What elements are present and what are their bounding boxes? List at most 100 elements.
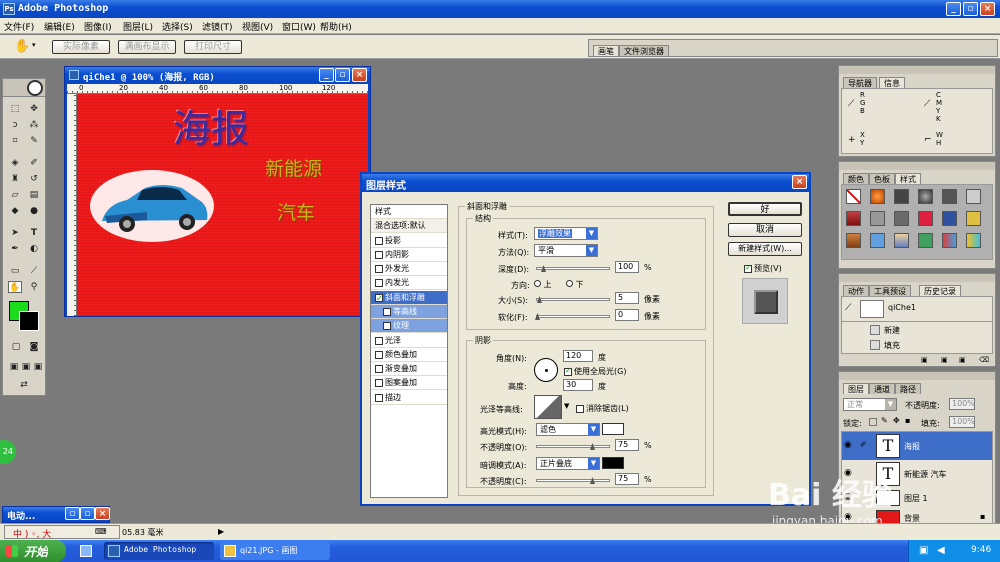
menu-item-help[interactable]: 帮助(H) — [320, 20, 352, 33]
shadow-opacity-knob[interactable] — [590, 477, 595, 484]
menu-item-layer[interactable]: 图层(L) — [123, 20, 153, 33]
style-swatch[interactable] — [966, 233, 981, 248]
new-document-icon[interactable]: ▣ — [921, 356, 928, 364]
style-swatch[interactable] — [894, 189, 909, 204]
history-brush-icon[interactable]: ↺ — [27, 173, 41, 185]
style-swatch[interactable] — [918, 211, 933, 226]
tab-layers[interactable]: 图层 — [843, 383, 869, 394]
lock-image-icon[interactable]: ✎ — [881, 416, 888, 425]
menu-item-image[interactable]: 图像(I) — [84, 20, 112, 33]
pen-tool-icon[interactable]: ✒ — [8, 243, 22, 255]
layer-row[interactable]: ◉ ✐ T 海报 — [842, 432, 992, 460]
lasso-tool-icon[interactable]: ↄ — [8, 119, 22, 131]
style-swatch[interactable] — [966, 189, 981, 204]
imageready-jump-icon[interactable]: ⇄ — [17, 379, 31, 391]
lock-transparency-icon[interactable] — [869, 418, 877, 426]
dodge-tool-icon[interactable]: ● — [27, 205, 41, 217]
tab-color[interactable]: 颜色 — [843, 173, 869, 184]
menu-item-edit[interactable]: 编辑(E) — [44, 20, 75, 33]
tab-paths[interactable]: 路径 — [895, 383, 921, 394]
hand-tool-box-icon[interactable]: ✋ — [8, 281, 22, 293]
style-swatch[interactable] — [870, 189, 885, 204]
lock-position-icon[interactable]: ✥ — [893, 416, 900, 425]
taskbar-task-photoshop[interactable]: Adobe Photoshop — [104, 542, 214, 560]
cancel-button[interactable]: 取消 — [728, 223, 802, 237]
method-select[interactable]: 平滑 ▼ — [534, 244, 598, 257]
type-tool-icon[interactable]: T — [27, 227, 41, 239]
checkbox[interactable] — [375, 393, 383, 402]
style-swatch[interactable] — [846, 211, 861, 226]
checkbox[interactable] — [375, 278, 383, 287]
hand-tool-icon[interactable]: ✋ — [14, 39, 30, 54]
healing-tool-icon[interactable]: ◈ — [8, 157, 22, 169]
style-item-inner-glow[interactable]: 内发光 — [371, 276, 447, 290]
snapshot-thumbnail[interactable] — [860, 300, 884, 318]
soften-slider[interactable] — [535, 313, 610, 320]
chevron-down-icon[interactable]: ▾ — [32, 41, 36, 49]
checkbox[interactable] — [375, 236, 383, 245]
checkbox[interactable] — [383, 307, 391, 316]
checkbox[interactable] — [375, 336, 383, 345]
size-slider-knob[interactable] — [537, 296, 542, 303]
trash-icon[interactable]: ⌫ — [979, 356, 989, 364]
new-snapshot-icon[interactable]: ▣ — [941, 356, 948, 364]
print-size-button[interactable]: 打印尺寸 — [184, 40, 242, 54]
tab-history[interactable]: 历史记录 — [919, 285, 961, 296]
style-swatch[interactable] — [870, 211, 885, 226]
anti-alias-checkbox[interactable]: 消除锯齿(L) — [576, 403, 629, 414]
mini-restore-button[interactable]: ▫ — [65, 507, 80, 520]
quick-mask-on-icon[interactable]: ◙ — [27, 341, 41, 353]
actual-pixels-button[interactable]: 实际像素 — [52, 40, 110, 54]
style-item-gradient-overlay[interactable]: 渐变叠加 — [371, 362, 447, 376]
checkbox[interactable] — [375, 264, 383, 273]
shape-tool-icon[interactable]: ◐ — [27, 243, 41, 255]
new-style-button[interactable]: 新建样式(W)... — [728, 242, 802, 256]
checkbox[interactable] — [744, 263, 752, 273]
style-item-bevel-emboss[interactable]: 斜面和浮雕 — [371, 291, 447, 306]
keyboard-icon[interactable]: ⌨ — [95, 527, 107, 536]
quick-mask-off-icon[interactable]: ▢ — [9, 341, 23, 353]
chevron-down-icon[interactable]: ▼ — [564, 402, 569, 410]
quick-launch-icon[interactable] — [80, 545, 92, 557]
style-list-header[interactable]: 样式 — [371, 205, 447, 219]
eraser-tool-icon[interactable]: ▱ — [8, 189, 22, 201]
shadow-color-swatch[interactable] — [602, 457, 624, 469]
checkbox[interactable] — [576, 404, 584, 413]
tab-info[interactable]: 信息 — [879, 77, 905, 88]
network-icon[interactable]: ▣ — [919, 545, 928, 556]
marquee-tool-icon[interactable]: ⬚ — [8, 103, 22, 115]
move-tool-icon[interactable]: ✥ — [27, 103, 41, 115]
lock-all-icon[interactable]: ▪ — [905, 416, 910, 425]
history-item[interactable]: 填充 — [884, 340, 900, 351]
highlight-opacity-slider[interactable] — [536, 443, 610, 450]
taskbar-task-paint[interactable]: qi21.JPG - 画图 — [220, 542, 330, 560]
history-item[interactable]: 新建 — [884, 325, 900, 336]
tab-channels[interactable]: 通道 — [869, 383, 895, 394]
blend-mode-select[interactable]: 正常 ▼ — [843, 398, 897, 411]
eyedropper-tool-icon[interactable]: ⟋ — [27, 265, 41, 277]
style-item-color-overlay[interactable]: 颜色叠加 — [371, 348, 447, 362]
brush-link-icon[interactable]: ✐ — [860, 440, 867, 449]
minimize-button[interactable]: _ — [946, 2, 961, 16]
maximize-button[interactable]: ▫ — [963, 2, 978, 16]
size-input[interactable]: 5 — [615, 292, 639, 304]
canvas[interactable]: 海报 新能源 汽车 — [77, 94, 368, 316]
style-swatch[interactable] — [846, 233, 861, 248]
layer-name[interactable]: 海报 — [904, 441, 920, 452]
mini-maximize-button[interactable]: ▫ — [80, 507, 95, 520]
altitude-input[interactable]: 30 — [563, 379, 593, 391]
tab-swatches[interactable]: 色板 — [869, 173, 895, 184]
menu-item-select[interactable]: 选择(S) — [162, 20, 193, 33]
style-item-contour[interactable]: 等高线 — [371, 305, 447, 319]
style-swatch[interactable] — [846, 189, 861, 204]
doc-maximize-button[interactable]: ▫ — [335, 68, 350, 82]
style-item-texture[interactable]: 纹理 — [371, 319, 447, 333]
tab-styles[interactable]: 样式 — [895, 173, 921, 184]
style-blending-options[interactable]: 混合选项:默认 — [371, 219, 447, 233]
slice-tool-icon[interactable]: ✎ — [27, 135, 41, 147]
notes-tool-icon[interactable]: ▭ — [8, 265, 22, 277]
tab-actions[interactable]: 动作 — [843, 285, 869, 296]
global-light-checkbox[interactable]: 使用全局光(G) — [564, 366, 626, 377]
zoom-tool-icon[interactable]: ⚲ — [27, 281, 41, 293]
tab-file-browser[interactable]: 文件浏览器 — [619, 45, 669, 56]
